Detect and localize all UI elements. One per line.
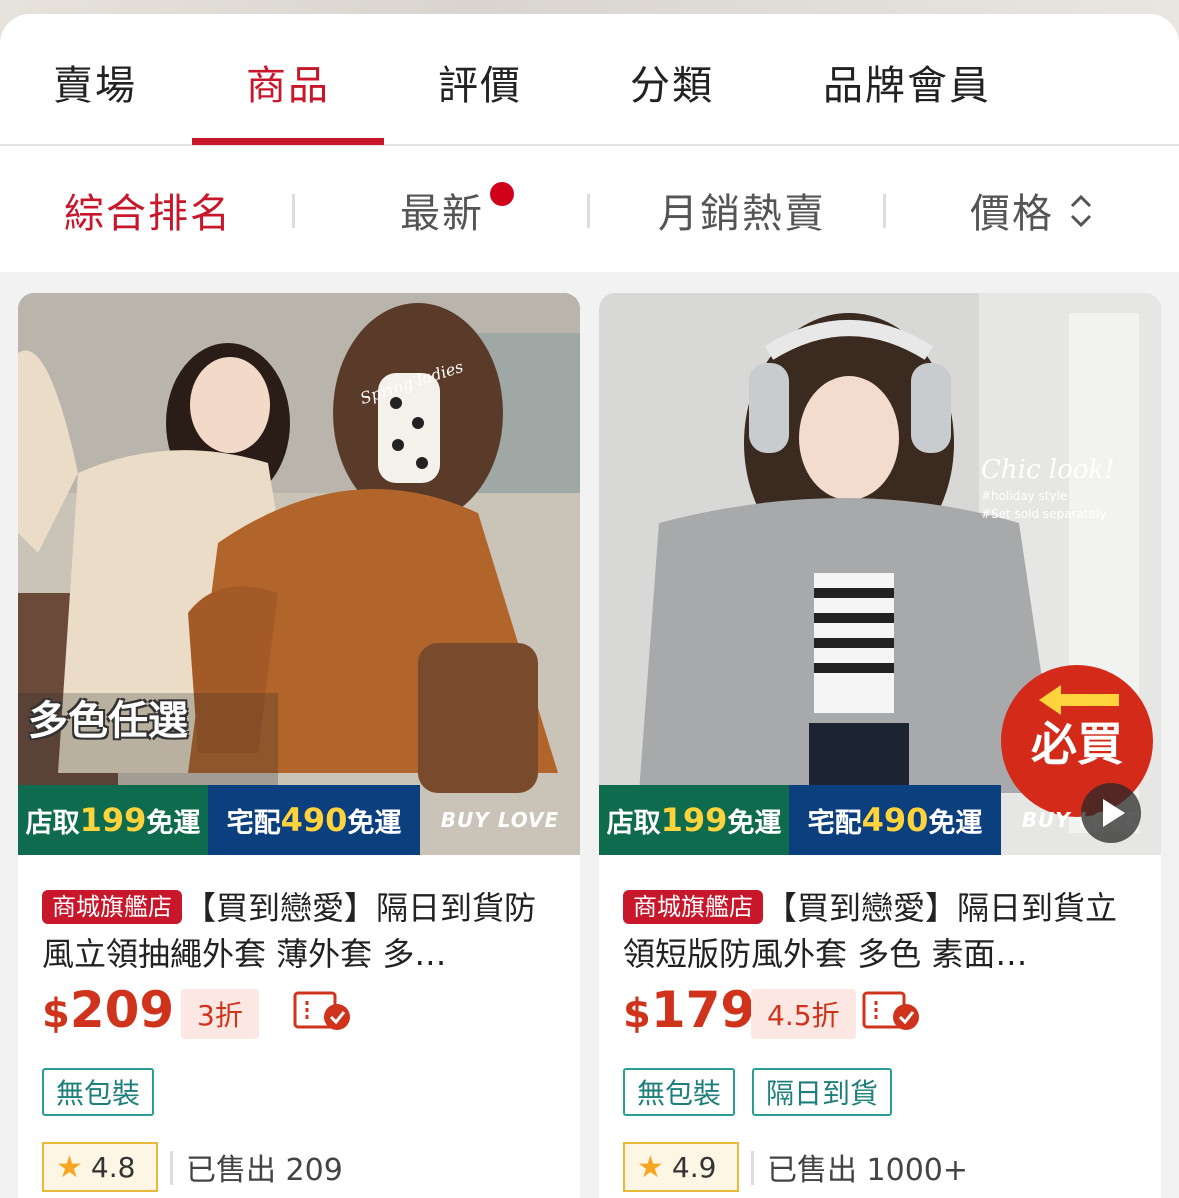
product-card[interactable]: 多色任選 Spring ladies 店取 199 免運 宅配 490 免運 BUY L… [18,293,580,1198]
product-price: $179 [623,981,756,1039]
brand-watermark: BUY LOVE [440,808,560,832]
product-title[interactable]: 商城旗艦店 【買到戀愛】隔日到貨立領短版防風外套 多色 素面… [623,885,1143,977]
sort-overall[interactable]: 綜合排名 [64,182,232,238]
product-price: $209 [42,981,175,1039]
tab-brand-members[interactable]: 品牌會員 [812,52,1002,112]
tab-store[interactable]: 賣場 [40,52,150,112]
new-dot-badge [490,182,514,206]
mall-badge: 商城旗艦店 [623,890,763,924]
arrow-left-icon [1039,685,1119,715]
photo-script-text: Chic look! [981,455,1115,485]
product-image [18,293,580,855]
shipping-guarantee-icon [862,991,919,1030]
tab-products[interactable]: 商品 [228,52,348,112]
sort-price[interactable]: 價格 [970,182,1054,238]
tab-bar: 賣場 商品 評價 分類 品牌會員 [0,14,1179,146]
product-photo[interactable]: Chic look! #holiday style #Set sold sepa… [599,293,1161,855]
pickup-shipping: 店取 199 免運 [18,785,208,855]
active-tab-indicator [192,138,384,145]
rating-badge: ★ 4.8 [42,1142,158,1192]
shop-sheet: 賣場 商品 評價 分類 品牌會員 綜合排名 最新 月銷熱賣 價格 多色任選 Sp… [0,14,1179,1198]
sort-divider [292,194,295,228]
sold-count: 已售出 209 [186,1153,343,1188]
shipping-banner: 店取199免運 宅配490免運 BUY LOVE [599,785,1161,855]
shipping-guarantee-icon [293,991,350,1030]
photo-caption: #holiday style [981,489,1068,503]
sort-divider [883,194,886,228]
sort-chevron-icon[interactable] [1068,191,1094,231]
photo-caption: #Set sold separately [981,507,1107,521]
star-icon: ★ [56,1149,83,1185]
home-shipping: 宅配 490 免運 [789,785,1001,855]
rating-badge: ★ 4.9 [623,1142,739,1192]
sort-newest[interactable]: 最新 [400,182,484,238]
tag-no-packaging: 無包裝 [42,1068,155,1116]
star-icon: ★ [637,1149,664,1185]
play-icon [1103,799,1125,827]
pickup-shipping: 店取 199 免運 [599,785,789,855]
tab-reviews[interactable]: 評價 [420,52,540,112]
tab-categories[interactable]: 分類 [612,52,732,112]
product-photo[interactable]: 多色任選 Spring ladies 店取 199 免運 宅配 490 免運 BUY L… [18,293,580,855]
sort-divider [587,194,590,228]
home-shipping: 宅配 490 免運 [208,785,420,855]
discount-badge: 3折 [181,989,259,1039]
shipping-banner: 店取199免運 宅配490免運 BUY LOVE [18,785,580,855]
tag-no-packaging: 無包裝 [623,1068,736,1116]
sort-monthly-sales[interactable]: 月銷熱賣 [658,182,826,238]
rating-divider [751,1151,754,1185]
multi-color-overlay: 多色任選 [28,698,188,744]
video-play-button[interactable] [1081,783,1141,843]
sold-count: 已售出 1000+ [767,1153,969,1188]
product-title[interactable]: 商城旗艦店 【買到戀愛】隔日到貨防風立領抽繩外套 薄外套 多… [42,885,562,977]
sort-bar: 綜合排名 最新 月銷熱賣 價格 [0,146,1179,272]
discount-badge: 4.5折 [751,989,856,1039]
mall-badge: 商城旗艦店 [42,890,182,924]
product-card[interactable]: Chic look! #holiday style #Set sold sepa… [599,293,1161,1198]
tag-next-day-delivery: 隔日到貨 [752,1068,893,1116]
rating-divider [170,1151,173,1185]
